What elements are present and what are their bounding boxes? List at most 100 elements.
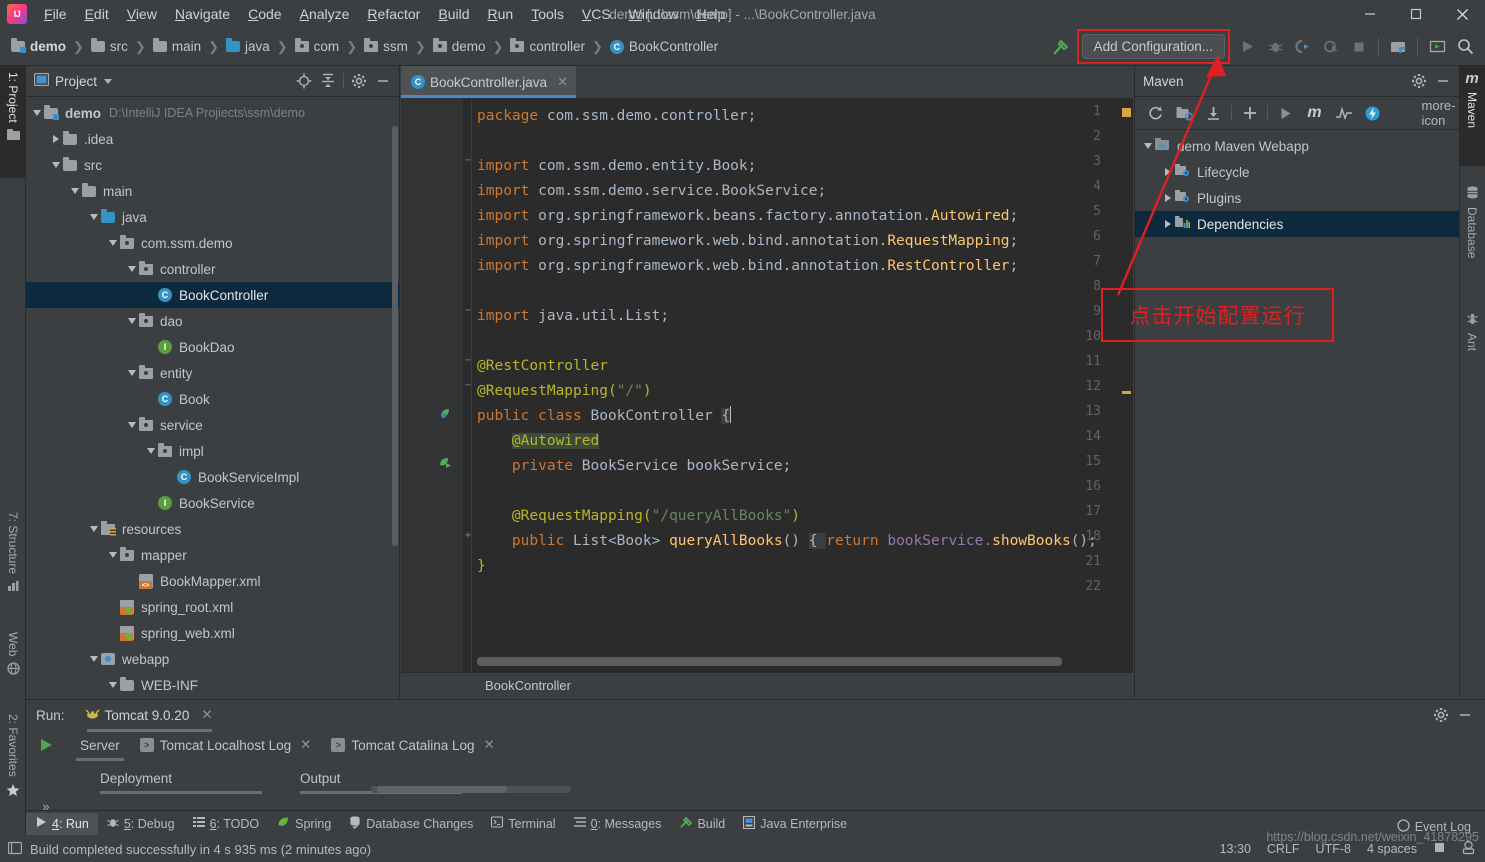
tree-node--idea[interactable]: .idea <box>26 126 399 152</box>
locate-icon[interactable] <box>292 69 316 93</box>
run-content-tab-deployment[interactable]: Deployment <box>100 765 262 794</box>
error-stripe[interactable] <box>1119 98 1133 672</box>
tree-node-bookserviceimpl[interactable]: C BookServiceImpl <box>26 464 399 490</box>
tree-node-bookmapper-xml[interactable]: BookMapper.xml <box>26 568 399 594</box>
tree-node-service[interactable]: service <box>26 412 399 438</box>
profiler-icon[interactable] <box>1317 33 1345 61</box>
bottom-tab-terminal[interactable]: Terminal <box>482 813 564 835</box>
code-viewport[interactable]: 1 2 3−4 5 6 7 8 9−10 11−12−13 14 15 16 17 18 +21 22 pac… <box>401 98 1133 672</box>
tree-node-com-ssm-demo[interactable]: com.ssm.demo <box>26 230 399 256</box>
code-line[interactable]: @RestController <box>477 354 608 379</box>
sidebar-item-web[interactable]: Web <box>0 626 26 696</box>
breadcrumb-item-main[interactable]: main <box>150 37 204 56</box>
maven-node-dependencies[interactable]: Dependencies <box>1135 211 1459 237</box>
expand-arrow-right-icon[interactable] <box>1161 220 1175 228</box>
breadcrumb-item-demo[interactable]: demo <box>430 37 489 56</box>
project-scrollbar[interactable] <box>392 126 398 546</box>
code-fold-toggle[interactable]: + <box>465 530 471 541</box>
bean-autowired-icon[interactable] <box>439 457 452 470</box>
breadcrumb-item-com[interactable]: com <box>292 37 343 56</box>
tree-node-bookcontroller[interactable]: C BookController <box>26 282 399 308</box>
menu-item-code[interactable]: Code <box>239 3 290 25</box>
code-line[interactable]: @Autowired <box>477 429 600 454</box>
menu-item-help[interactable]: Help <box>687 3 734 25</box>
run-with-coverage-icon[interactable] <box>1289 33 1317 61</box>
menu-item-run[interactable]: Run <box>478 3 522 25</box>
code-line[interactable]: public class BookController { <box>477 404 732 429</box>
tree-node-spring-root-xml[interactable]: spring_root.xml <box>26 594 399 620</box>
expand-arrow-down-icon[interactable] <box>87 214 101 220</box>
menu-item-navigate[interactable]: Navigate <box>166 3 239 25</box>
expand-arrow-down-icon[interactable] <box>68 188 82 194</box>
run-content-tabs[interactable]: Deployment Output <box>66 760 1485 796</box>
sidebar-item-ant[interactable]: Ant <box>1459 308 1485 370</box>
expand-arrow-right-icon[interactable] <box>49 135 63 143</box>
run-tab-server[interactable]: Server <box>70 734 130 761</box>
tree-node-web-inf[interactable]: WEB-INF <box>26 672 399 698</box>
code-line[interactable]: private BookService bookService; <box>477 454 791 479</box>
notification-icon[interactable] <box>1462 840 1475 858</box>
menu-item-analyze[interactable]: Analyze <box>291 3 359 25</box>
menu-item-refactor[interactable]: Refactor <box>358 3 429 25</box>
code-fold-toggle[interactable]: − <box>465 155 471 166</box>
close-icon[interactable]: ✕ <box>484 737 495 753</box>
warning-marker-2[interactable] <box>1122 391 1131 394</box>
minimize-button[interactable] <box>1347 0 1393 28</box>
code-line[interactable]: } <box>477 554 486 579</box>
expand-arrow-down-icon[interactable] <box>87 526 101 532</box>
expand-arrow-down-icon[interactable] <box>106 240 120 246</box>
indent-indicator[interactable]: 4 spaces <box>1367 842 1417 856</box>
close-icon[interactable]: ✕ <box>300 737 311 753</box>
maven-tree[interactable]: m demo Maven Webapp Lifecycle Plugins Depend… <box>1135 130 1459 237</box>
expand-arrow-down-icon[interactable] <box>1141 143 1155 149</box>
close-button[interactable] <box>1439 0 1485 28</box>
bottom-tab-5--debug[interactable]: 5: Debug <box>98 813 184 835</box>
expand-arrow-down-icon[interactable] <box>87 656 101 662</box>
breadcrumb[interactable]: demo ❯ src ❯ main ❯ java ❯ com ❯ ssm ❯ demo ❯ controll… <box>0 37 721 56</box>
code-line[interactable]: import org.springframework.beans.factory… <box>477 204 1018 229</box>
code-line[interactable]: public List<Book> queryAllBooks() { retu… <box>477 529 1097 554</box>
run-tab-tomcat-localhost-log[interactable]: > Tomcat Localhost Log ✕ <box>130 733 322 757</box>
bean-class-icon[interactable] <box>439 407 452 420</box>
chevron-down-icon[interactable] <box>104 78 113 84</box>
tree-node-resources[interactable]: resources <box>26 516 399 542</box>
sidebar-item-maven[interactable]: m Maven <box>1459 66 1485 166</box>
expand-arrow-down-icon[interactable] <box>49 162 63 168</box>
code-line[interactable]: import org.springframework.web.bind.anno… <box>477 254 1018 279</box>
run-tab-tomcat-catalina-log[interactable]: > Tomcat Catalina Log ✕ <box>321 733 504 757</box>
maven-node-plugins[interactable]: Plugins <box>1135 185 1459 211</box>
editor-tab-bookcontroller[interactable]: C BookController.java ✕ <box>401 66 576 98</box>
menu-item-build[interactable]: Build <box>429 3 478 25</box>
run-icon[interactable] <box>1271 100 1300 127</box>
run-icon[interactable] <box>1233 33 1261 61</box>
line-separator-indicator[interactable]: CRLF <box>1267 842 1300 856</box>
maximize-button[interactable] <box>1393 0 1439 28</box>
tree-node-bookdao[interactable]: I BookDao <box>26 334 399 360</box>
breadcrumb-item-demo[interactable]: demo <box>8 37 69 56</box>
expand-arrow-right-icon[interactable] <box>1161 194 1175 202</box>
bottom-tab-6--todo[interactable]: 6: TODO <box>184 813 269 835</box>
source-code[interactable]: package com.ssm.demo.controller; import c… <box>477 98 1133 672</box>
menu-item-window[interactable]: Window <box>620 3 688 25</box>
toggle-offline-icon[interactable] <box>1358 100 1387 127</box>
minimize-icon[interactable] <box>371 69 395 93</box>
expand-arrow-down-icon[interactable] <box>106 552 120 558</box>
expand-arrow-down-icon[interactable] <box>30 110 44 116</box>
sidebar-item-structure[interactable]: 7: Structure <box>0 506 26 614</box>
warning-marker[interactable] <box>1122 108 1131 117</box>
event-log-button[interactable]: Event Log <box>1397 819 1471 835</box>
tree-node-java[interactable]: java <box>26 204 399 230</box>
hammer-icon[interactable] <box>1046 33 1074 61</box>
position-indicator[interactable]: 13:30 <box>1220 842 1251 856</box>
expand-arrow-down-icon[interactable] <box>125 318 139 324</box>
menu-item-tools[interactable]: Tools <box>522 3 573 25</box>
encoding-indicator[interactable]: UTF-8 <box>1316 842 1351 856</box>
gear-icon[interactable] <box>1429 703 1453 727</box>
code-line[interactable]: import java.util.List; <box>477 304 669 329</box>
menu-item-vcs[interactable]: VCS <box>573 3 620 25</box>
code-line[interactable]: package com.ssm.demo.controller; <box>477 104 756 129</box>
search-everywhere-icon[interactable] <box>1451 33 1479 61</box>
open-terminal-icon[interactable] <box>1423 33 1451 61</box>
bottom-tab-0--messages[interactable]: 0: Messages <box>565 813 671 835</box>
gear-icon[interactable] <box>1407 69 1431 93</box>
